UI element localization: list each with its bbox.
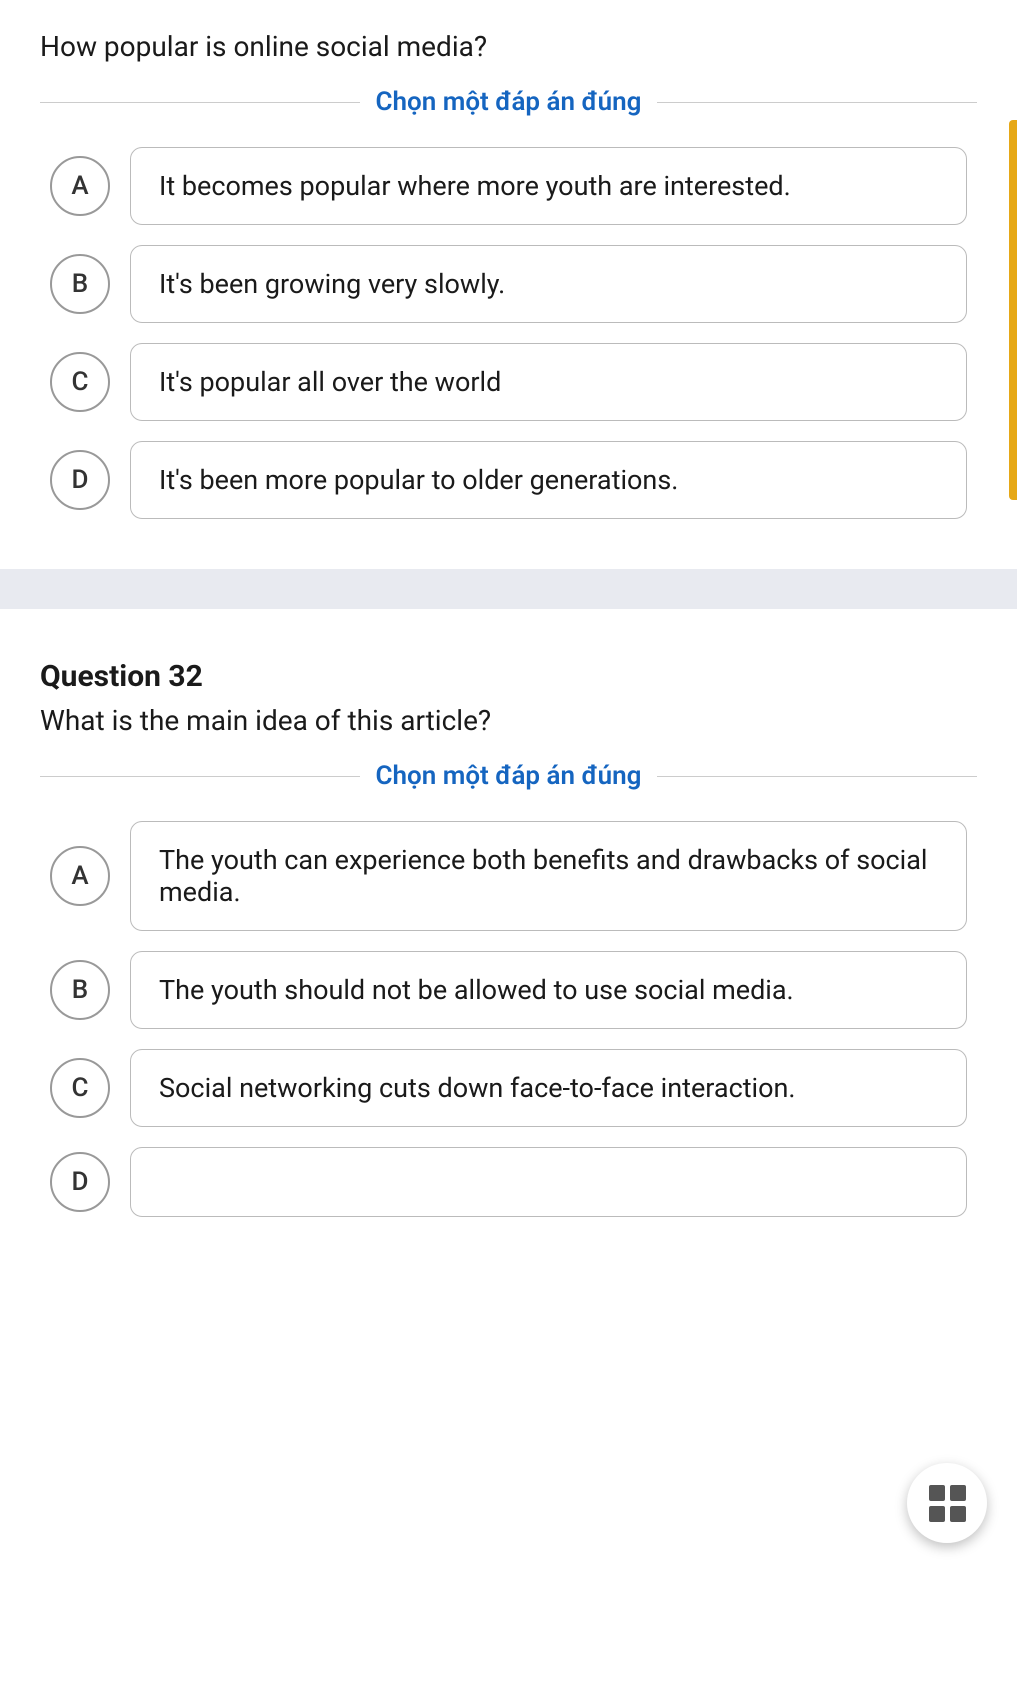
grid-cell-4 [950, 1506, 966, 1522]
option-text-31-d[interactable]: It's been more popular to older generati… [130, 441, 967, 519]
option-32-b[interactable]: B The youth should not be allowed to use… [50, 951, 967, 1029]
fab-button[interactable] [907, 1463, 987, 1543]
question-31-options: A It becomes popular where more youth ar… [40, 147, 977, 519]
divider-label-31: Chọn một đáp án đúng [376, 87, 642, 117]
question-31-divider: Chọn một đáp án đúng [40, 87, 977, 117]
option-text-32-d[interactable] [130, 1147, 967, 1217]
grid-cell-2 [950, 1485, 966, 1501]
option-32-a[interactable]: A The youth can experience both benefits… [50, 821, 967, 931]
option-circle-31-a: A [50, 156, 110, 216]
option-31-c[interactable]: C It's popular all over the world [50, 343, 967, 421]
grid-cell-3 [929, 1506, 945, 1522]
section-divider [0, 569, 1017, 609]
question-32-divider: Chọn một đáp án đúng [40, 761, 977, 791]
option-circle-31-d: D [50, 450, 110, 510]
question-31-section: How popular is online social media? Chọn… [0, 0, 1017, 539]
question-32-label: Question 32 [40, 659, 977, 694]
option-32-d[interactable]: D [50, 1147, 967, 1217]
option-circle-32-d: D [50, 1152, 110, 1212]
grid-icon [929, 1485, 966, 1522]
option-circle-31-c: C [50, 352, 110, 412]
option-circle-32-b: B [50, 960, 110, 1020]
divider-line-left-32 [40, 776, 360, 777]
question-32-options: A The youth can experience both benefits… [40, 821, 977, 1217]
option-31-b[interactable]: B It's been growing very slowly. [50, 245, 967, 323]
option-31-d[interactable]: D It's been more popular to older genera… [50, 441, 967, 519]
option-text-31-a[interactable]: It becomes popular where more youth are … [130, 147, 967, 225]
divider-line-right [657, 102, 977, 103]
option-circle-32-c: C [50, 1058, 110, 1118]
question-32-section: Question 32 What is the main idea of thi… [0, 609, 1017, 1237]
divider-line-left [40, 102, 360, 103]
option-circle-32-a: A [50, 846, 110, 906]
question-31-content: How popular is online social media? Chọn… [0, 0, 1017, 539]
question-32-text: What is the main idea of this article? [40, 704, 977, 737]
question-31-text: How popular is online social media? [40, 30, 977, 63]
divider-label-32: Chọn một đáp án đúng [376, 761, 642, 791]
option-circle-31-b: B [50, 254, 110, 314]
option-text-32-a[interactable]: The youth can experience both benefits a… [130, 821, 967, 931]
option-text-32-c[interactable]: Social networking cuts down face-to-face… [130, 1049, 967, 1127]
divider-line-right-32 [657, 776, 977, 777]
option-text-31-b[interactable]: It's been growing very slowly. [130, 245, 967, 323]
grid-cell-1 [929, 1485, 945, 1501]
option-text-31-c[interactable]: It's popular all over the world [130, 343, 967, 421]
option-31-a[interactable]: A It becomes popular where more youth ar… [50, 147, 967, 225]
option-text-32-b[interactable]: The youth should not be allowed to use s… [130, 951, 967, 1029]
right-accent-bar [1009, 120, 1017, 500]
option-32-c[interactable]: C Social networking cuts down face-to-fa… [50, 1049, 967, 1127]
